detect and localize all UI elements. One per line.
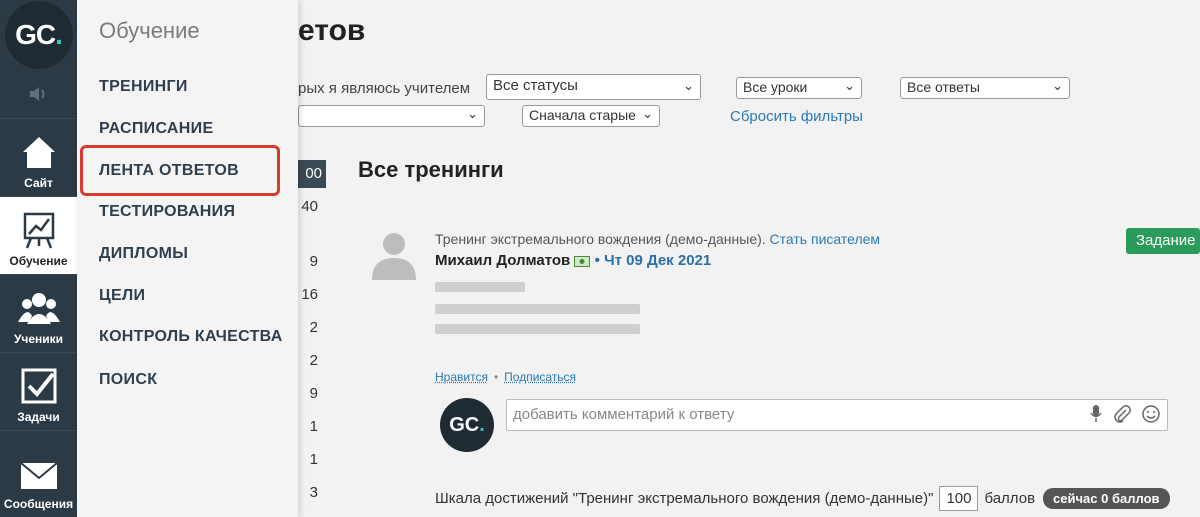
chevron-down-icon: ⌄ xyxy=(642,106,653,121)
task-badge: Задание xyxy=(1126,228,1200,254)
count-badge-active[interactable]: 00 xyxy=(298,160,326,188)
blurred-text xyxy=(435,282,525,292)
smiley-icon[interactable] xyxy=(1141,404,1161,424)
count-item[interactable]: 1 xyxy=(298,418,318,435)
comment-placeholder: добавить комментарий к ответу xyxy=(513,406,735,423)
blurred-text xyxy=(435,304,640,314)
count-item[interactable]: 3 xyxy=(298,484,318,501)
menu-item-tests[interactable]: ТЕСТИРОВАНИЯ xyxy=(99,203,235,221)
rail-item-learning[interactable]: Обучение xyxy=(0,196,77,274)
post-author-line: Михаил Долматов • Чт 09 Дек 2021 xyxy=(435,252,711,269)
envelope-icon xyxy=(19,462,58,489)
user-avatar-placeholder-icon xyxy=(372,233,416,280)
count-item[interactable]: 1 xyxy=(298,451,318,468)
logo-dot: . xyxy=(55,19,63,50)
become-writer-link[interactable]: Стать писателем xyxy=(770,231,880,247)
lessons-select-value: Все уроки xyxy=(743,79,808,95)
scale-text: Шкала достижений "Тренинг экстремального… xyxy=(435,490,934,507)
menu-item-trainings[interactable]: ТРЕНИНГИ xyxy=(99,78,188,96)
chevron-down-icon: ⌄ xyxy=(844,78,855,93)
subscribe-link[interactable]: Подписаться xyxy=(504,370,576,384)
scale-unit: баллов xyxy=(984,490,1036,507)
rail-label-students: Ученики xyxy=(13,332,64,346)
answers-select[interactable]: Все ответы ⌄ xyxy=(900,77,1070,99)
section-title: Все тренинги xyxy=(358,157,504,182)
checkbox-icon xyxy=(21,368,56,404)
count-item[interactable]: 16 xyxy=(298,286,318,303)
rail-item-site[interactable]: Сайт xyxy=(0,118,77,196)
answers-select-value: Все ответы xyxy=(907,79,980,95)
commenter-avatar: GC. xyxy=(440,398,494,452)
status-select[interactable]: Все статусы ⌄ xyxy=(486,74,701,100)
commenter-avatar-dot: . xyxy=(479,413,485,436)
sort-select[interactable]: Сначала старые ⌄ xyxy=(522,105,660,127)
training-select[interactable]: ⌄ xyxy=(298,105,485,127)
rail-label-tasks: Задачи xyxy=(17,410,60,424)
commenter-avatar-text: GC xyxy=(449,413,480,436)
post-training-name[interactable]: Тренинг экстремального вождения (демо-да… xyxy=(435,231,766,247)
logo[interactable]: GC. xyxy=(0,0,77,70)
count-item[interactable]: 2 xyxy=(298,319,318,336)
chart-board-icon xyxy=(23,212,54,249)
teacher-filter-label[interactable]: рых я являюсь учителем xyxy=(298,80,470,97)
chevron-down-icon: ⌄ xyxy=(683,78,694,93)
blurred-text xyxy=(435,324,640,334)
like-link[interactable]: Нравится xyxy=(435,370,488,384)
chevron-down-icon: ⌄ xyxy=(467,106,478,121)
users-icon xyxy=(17,293,60,324)
page-title: етов xyxy=(298,14,366,47)
post-author[interactable]: Михаил Долматов xyxy=(435,252,570,269)
logo-circle: GC. xyxy=(4,1,73,69)
lessons-select[interactable]: Все уроки ⌄ xyxy=(736,77,862,99)
learning-flyout-menu: Обучение ТРЕНИНГИ РАСПИСАНИЕ ЛЕНТА ОТВЕТ… xyxy=(77,0,298,517)
menu-item-search[interactable]: ПОИСК xyxy=(99,371,157,389)
reset-filters-link[interactable]: Сбросить фильтры xyxy=(730,108,863,125)
rail-item-students[interactable]: Ученики xyxy=(0,274,77,352)
rail-label-learning: Обучение xyxy=(9,254,68,268)
rail-label-site: Сайт xyxy=(24,176,53,190)
current-score-badge: сейчас 0 баллов xyxy=(1043,488,1170,509)
money-icon xyxy=(574,255,591,267)
status-select-value: Все статусы xyxy=(493,77,578,94)
count-item[interactable]: 9 xyxy=(298,385,318,402)
achievement-scale: Шкала достижений "Тренинг экстремального… xyxy=(435,486,1170,511)
menu-item-diplomas[interactable]: ДИПЛОМЫ xyxy=(99,245,188,263)
separator-dot: • xyxy=(493,370,499,384)
comment-input[interactable]: добавить комментарий к ответу xyxy=(506,399,1168,431)
sort-select-value: Сначала старые xyxy=(529,107,636,123)
rail-label-messages: Сообщения xyxy=(3,497,74,511)
rail-item-messages[interactable]: Сообщения xyxy=(0,430,77,517)
separator-dot: • xyxy=(594,252,600,269)
rail-item-tasks[interactable]: Задачи xyxy=(0,352,77,430)
home-icon xyxy=(22,137,55,168)
answers-feed-page: етов рых я являюсь учителем Все статусы … xyxy=(298,0,1200,517)
post-training-line: Тренинг экстремального вождения (демо-да… xyxy=(435,231,880,247)
count-item[interactable]: 40 xyxy=(298,198,318,215)
menu-item-quality-control[interactable]: КОНТРОЛЬ КАЧЕСТВА xyxy=(99,328,283,346)
sound-icon[interactable] xyxy=(0,76,77,112)
post-date[interactable]: Чт 09 Дек 2021 xyxy=(604,252,711,269)
logo-text: GC xyxy=(15,19,56,50)
microphone-icon[interactable] xyxy=(1089,404,1103,424)
post-actions: Нравится • Подписаться xyxy=(435,370,576,384)
flyout-title: Обучение xyxy=(99,18,200,43)
scale-value: 100 xyxy=(939,486,979,511)
chevron-down-icon: ⌄ xyxy=(1052,78,1063,93)
paperclip-icon[interactable] xyxy=(1113,404,1131,424)
comment-tools xyxy=(1089,404,1161,424)
menu-item-schedule[interactable]: РАСПИСАНИЕ xyxy=(99,120,213,138)
menu-item-goals[interactable]: ЦЕЛИ xyxy=(99,287,145,305)
count-item[interactable]: 2 xyxy=(298,352,318,369)
left-rail: GC. Сайт Обучение Ученики Задачи Сообщен… xyxy=(0,0,77,517)
highlight-frame xyxy=(80,145,280,196)
count-item[interactable]: 9 xyxy=(298,253,318,270)
